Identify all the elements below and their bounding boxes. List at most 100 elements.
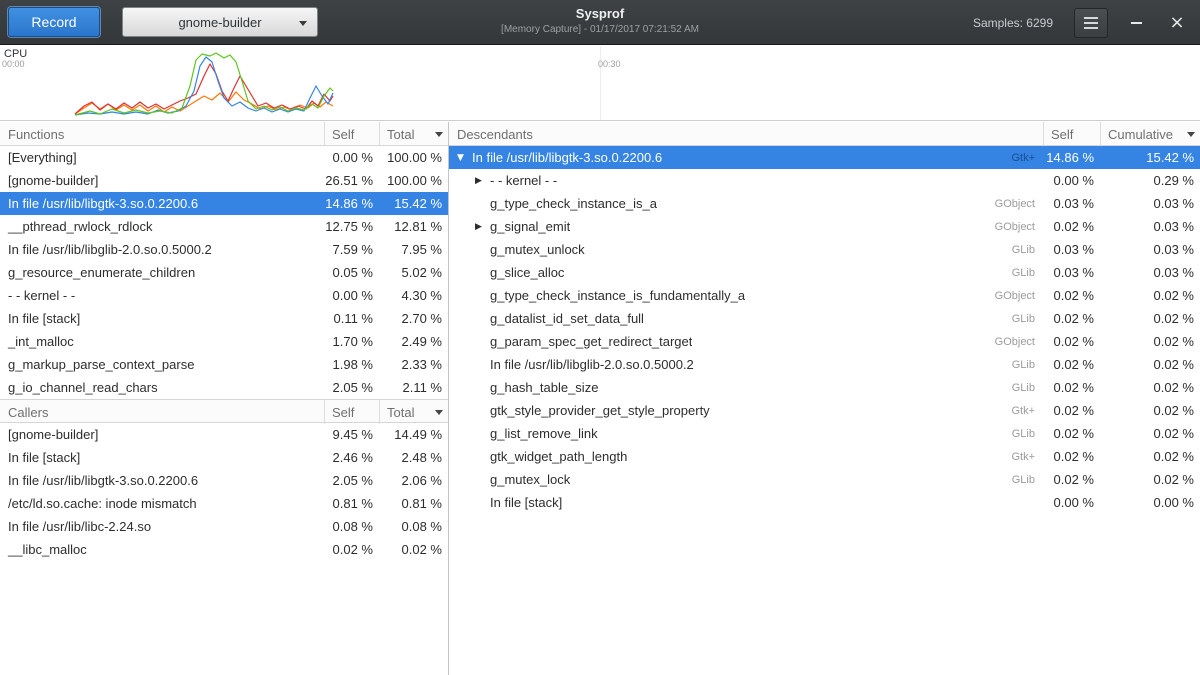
table-row[interactable]: gtk_widget_path_length Gtk+ 0.02 % 0.02 … xyxy=(449,445,1200,468)
table-row[interactable]: [gnome-builder] 26.51 % 100.00 % xyxy=(0,169,448,192)
pane-divider[interactable] xyxy=(448,122,449,675)
tree-indent xyxy=(457,295,475,296)
function-name: In file /usr/lib/libglib-2.0.so.0.5000.2 xyxy=(0,242,324,257)
table-row[interactable]: __libc_malloc 0.02 % 0.02 % xyxy=(0,538,448,561)
table-row[interactable]: - - kernel - - 0.00 % 4.30 % xyxy=(0,284,448,307)
record-button[interactable]: Record xyxy=(8,7,100,37)
table-row[interactable]: _int_malloc 1.70 % 2.49 % xyxy=(0,330,448,353)
library-tag: GObject xyxy=(985,290,1043,302)
header-right-controls: Samples: 6299 × xyxy=(973,0,1190,45)
table-row[interactable]: In file /usr/lib/libglib-2.0.so.0.5000.2… xyxy=(449,353,1200,376)
functions-self-column-header[interactable]: Self xyxy=(324,122,379,146)
table-row[interactable]: g_mutex_lock GLib 0.02 % 0.02 % xyxy=(449,468,1200,491)
library-tag: GLib xyxy=(1002,359,1043,371)
table-row[interactable]: __pthread_rwlock_rdlock 12.75 % 12.81 % xyxy=(0,215,448,238)
table-row[interactable]: In file [stack] 2.46 % 2.48 % xyxy=(0,446,448,469)
table-row[interactable]: ▼ In file /usr/lib/libgtk-3.so.0.2200.6 … xyxy=(449,146,1200,169)
table-row[interactable]: g_param_spec_get_redirect_target GObject… xyxy=(449,330,1200,353)
self-value: 0.02 % xyxy=(1043,219,1100,234)
table-row[interactable]: In file /usr/lib/libglib-2.0.so.0.5000.2… xyxy=(0,238,448,261)
function-name: gtk_style_provider_get_style_property xyxy=(490,403,710,418)
expander-icon[interactable]: ▶ xyxy=(475,222,490,232)
function-name: In file /usr/lib/libglib-2.0.so.0.5000.2 xyxy=(490,357,694,372)
table-row[interactable]: g_datalist_id_set_data_full GLib 0.02 % … xyxy=(449,307,1200,330)
self-value: 0.02 % xyxy=(1043,334,1100,349)
self-value: 0.02 % xyxy=(1043,288,1100,303)
descendants-self-column-header[interactable]: Self xyxy=(1043,122,1100,146)
table-row[interactable]: /etc/ld.so.cache: inode mismatch 0.81 % … xyxy=(0,492,448,515)
table-row[interactable]: In file [stack] 0.00 % 0.00 % xyxy=(449,491,1200,514)
table-row[interactable]: g_list_remove_link GLib 0.02 % 0.02 % xyxy=(449,422,1200,445)
close-button[interactable]: × xyxy=(1164,8,1190,38)
function-name: g_hash_table_size xyxy=(490,380,598,395)
minimize-button[interactable] xyxy=(1123,8,1149,38)
library-tag: GLib xyxy=(1002,382,1043,394)
main-content: Functions Self Total [Everything] 0.00 %… xyxy=(0,122,1200,675)
process-selector-dropdown[interactable]: gnome-builder xyxy=(122,7,318,37)
self-value: 26.51 % xyxy=(324,173,379,188)
cpu-line-red xyxy=(75,64,333,114)
self-value: 0.11 % xyxy=(324,311,379,326)
tree-indent xyxy=(457,433,475,434)
self-value: 0.03 % xyxy=(1043,196,1100,211)
descendants-cumulative-column-header[interactable]: Cumulative xyxy=(1100,122,1200,146)
total-value: 7.95 % xyxy=(379,242,448,257)
table-row[interactable]: In file /usr/lib/libc-2.24.so 0.08 % 0.0… xyxy=(0,515,448,538)
function-name: g_resource_enumerate_children xyxy=(0,265,324,280)
table-row[interactable]: In file /usr/lib/libgtk-3.so.0.2200.6 14… xyxy=(0,192,448,215)
self-value: 2.46 % xyxy=(324,450,379,465)
function-name: g_slice_alloc xyxy=(490,265,564,280)
tree-indent xyxy=(457,410,475,411)
library-tag: Gtk+ xyxy=(1001,405,1043,417)
table-row[interactable]: g_mutex_unlock GLib 0.03 % 0.03 % xyxy=(449,238,1200,261)
table-row[interactable]: ▶ - - kernel - - 0.00 % 0.29 % xyxy=(449,169,1200,192)
tree-indent xyxy=(457,341,475,342)
table-row[interactable]: gtk_style_provider_get_style_property Gt… xyxy=(449,399,1200,422)
table-row[interactable]: g_slice_alloc GLib 0.03 % 0.03 % xyxy=(449,261,1200,284)
expander-icon[interactable]: ▶ xyxy=(475,176,490,186)
self-value: 0.03 % xyxy=(1043,265,1100,280)
function-name: [Everything] xyxy=(0,150,324,165)
table-row[interactable]: g_markup_parse_context_parse 1.98 % 2.33… xyxy=(0,353,448,376)
total-value: 2.70 % xyxy=(379,311,448,326)
total-value: 2.11 % xyxy=(379,380,448,395)
tree-indent xyxy=(457,387,475,388)
self-value: 0.00 % xyxy=(324,150,379,165)
table-row[interactable]: g_hash_table_size GLib 0.02 % 0.02 % xyxy=(449,376,1200,399)
total-value: 0.81 % xyxy=(379,496,448,511)
total-value: 4.30 % xyxy=(379,288,448,303)
total-value: 100.00 % xyxy=(379,173,448,188)
functions-total-column-header[interactable]: Total xyxy=(379,122,448,146)
function-name: [gnome-builder] xyxy=(0,173,324,188)
process-selector-label: gnome-builder xyxy=(178,15,261,30)
table-row[interactable]: g_type_check_instance_is_fundamentally_a… xyxy=(449,284,1200,307)
cpu-graph[interactable]: CPU 00:00 00:30 xyxy=(0,46,1200,121)
self-value: 14.86 % xyxy=(324,196,379,211)
total-value: 0.08 % xyxy=(379,519,448,534)
functions-header: Functions Self Total xyxy=(0,122,448,146)
cumulative-value: 0.03 % xyxy=(1100,242,1200,257)
library-tag: GLib xyxy=(1002,474,1043,486)
callers-column-header[interactable]: Callers xyxy=(0,400,324,424)
function-name: In file [stack] xyxy=(0,311,324,326)
function-name: - - kernel - - xyxy=(490,173,557,188)
table-row[interactable]: g_type_check_instance_is_a GObject 0.03 … xyxy=(449,192,1200,215)
table-row[interactable]: g_io_channel_read_chars 2.05 % 2.11 % xyxy=(0,376,448,399)
self-value: 0.02 % xyxy=(1043,380,1100,395)
functions-column-header[interactable]: Functions xyxy=(0,122,324,146)
table-row[interactable]: In file /usr/lib/libgtk-3.so.0.2200.6 2.… xyxy=(0,469,448,492)
function-name: g_type_check_instance_is_a xyxy=(490,196,657,211)
table-row[interactable]: ▶ g_signal_emit GObject 0.02 % 0.03 % xyxy=(449,215,1200,238)
cpu-line-green xyxy=(75,53,333,115)
table-row[interactable]: [Everything] 0.00 % 100.00 % xyxy=(0,146,448,169)
function-name: g_mutex_lock xyxy=(490,472,570,487)
callers-total-column-header[interactable]: Total xyxy=(379,400,448,424)
menu-button[interactable] xyxy=(1074,8,1108,38)
table-row[interactable]: In file [stack] 0.11 % 2.70 % xyxy=(0,307,448,330)
table-row[interactable]: g_resource_enumerate_children 0.05 % 5.0… xyxy=(0,261,448,284)
tree-indent xyxy=(457,272,475,273)
expander-icon[interactable]: ▼ xyxy=(457,153,472,163)
descendants-column-header[interactable]: Descendants xyxy=(449,122,1043,146)
callers-self-column-header[interactable]: Self xyxy=(324,400,379,424)
table-row[interactable]: [gnome-builder] 9.45 % 14.49 % xyxy=(0,423,448,446)
